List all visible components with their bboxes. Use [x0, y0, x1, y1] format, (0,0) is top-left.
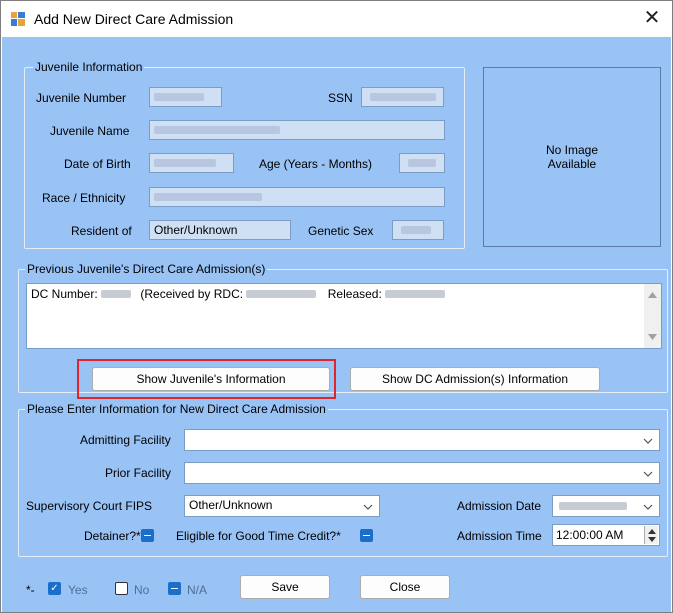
- resident-of-value: Other/Unknown: [154, 223, 238, 237]
- supervisory-court-fips-value: Other/Unknown: [189, 498, 273, 512]
- juvenile-information-title: Juvenile Information: [33, 60, 145, 74]
- admission-time-input[interactable]: 12:00:00 AM: [552, 524, 660, 546]
- save-button[interactable]: Save: [240, 575, 330, 599]
- supervisory-court-fips-dropdown[interactable]: Other/Unknown: [184, 495, 380, 517]
- app-icon: [11, 12, 25, 26]
- list-scrollbar[interactable]: [644, 284, 661, 348]
- age-label: Age (Years - Months): [259, 157, 372, 171]
- chevron-down-icon[interactable]: [363, 504, 373, 510]
- scroll-up-icon[interactable]: [648, 292, 657, 298]
- prior-facility-dropdown[interactable]: [184, 462, 660, 484]
- ssn-label: SSN: [328, 91, 353, 105]
- juvenile-number-label: Juvenile Number: [36, 91, 127, 105]
- highlight-box: [77, 359, 336, 399]
- legend-no-checkbox: [115, 582, 128, 595]
- juvenile-name-field: [149, 120, 445, 140]
- juvenile-name-label: Juvenile Name: [50, 124, 130, 138]
- spin-up-icon[interactable]: [648, 529, 656, 534]
- admission-date-picker[interactable]: [552, 495, 660, 517]
- legend-na-label: N/A: [187, 583, 208, 597]
- resident-of-label: Resident of: [71, 224, 132, 238]
- chevron-down-icon[interactable]: [643, 471, 653, 477]
- genetic-sex-field: [392, 220, 444, 240]
- dialog-window: Add New Direct Care Admission ✕ Juvenile…: [0, 0, 673, 613]
- show-dc-admissions-information-button[interactable]: Show DC Admission(s) Information: [350, 367, 600, 391]
- date-of-birth-label: Date of Birth: [64, 157, 131, 171]
- juvenile-photo: No Image Available: [483, 67, 661, 247]
- supervisory-court-fips-label: Supervisory Court FIPS: [26, 499, 153, 513]
- legend-no-label: No: [134, 583, 150, 597]
- previous-admissions-title: Previous Juvenile's Direct Care Admissio…: [25, 262, 268, 276]
- chevron-down-icon[interactable]: [643, 438, 653, 444]
- received-label: (Received by RDC:: [140, 287, 244, 301]
- detainer-label: Detainer?*: [84, 529, 141, 543]
- close-icon[interactable]: ✕: [640, 7, 664, 31]
- admission-date-label: Admission Date: [457, 499, 542, 513]
- genetic-sex-label: Genetic Sex: [308, 224, 374, 238]
- scroll-down-icon[interactable]: [648, 334, 657, 340]
- ssn-field: [361, 87, 444, 107]
- list-item[interactable]: DC Number: (Received by RDC: Released:: [31, 287, 631, 303]
- juvenile-number-field: [149, 87, 222, 107]
- race-ethnicity-field: [149, 187, 445, 207]
- prior-facility-label: Prior Facility: [105, 466, 172, 480]
- detainer-checkbox[interactable]: [141, 529, 154, 542]
- admitting-facility-label: Admitting Facility: [80, 433, 171, 447]
- close-button[interactable]: Close: [360, 575, 450, 599]
- window-title: Add New Direct Care Admission: [34, 11, 234, 27]
- chevron-down-icon[interactable]: [643, 504, 653, 510]
- admission-time-value: 12:00:00 AM: [556, 528, 624, 542]
- title-bar: Add New Direct Care Admission ✕: [1, 1, 672, 37]
- no-image-text: No Image Available: [545, 143, 599, 171]
- new-admission-title: Please Enter Information for New Direct …: [25, 402, 328, 416]
- legend-prefix: *-: [26, 583, 35, 597]
- resident-of-field: Other/Unknown: [149, 220, 291, 240]
- date-of-birth-field: [149, 153, 234, 173]
- legend-yes-label: Yes: [68, 583, 88, 597]
- spin-down-icon[interactable]: [648, 537, 656, 542]
- released-label: Released:: [327, 287, 382, 301]
- admitting-facility-dropdown[interactable]: [184, 429, 660, 451]
- legend-na-checkbox: [168, 582, 181, 595]
- good-time-credit-label: Eligible for Good Time Credit?*: [176, 529, 341, 543]
- dialog-body: Juvenile Information Juvenile Number SSN…: [2, 37, 671, 612]
- good-time-credit-checkbox[interactable]: [360, 529, 373, 542]
- age-field: [399, 153, 445, 173]
- previous-admissions-list[interactable]: DC Number: (Received by RDC: Released:: [26, 283, 662, 349]
- time-spinner[interactable]: [644, 526, 658, 544]
- legend-yes-checkbox: ✓: [48, 582, 61, 595]
- race-ethnicity-label: Race / Ethnicity: [42, 191, 126, 205]
- dc-number-label: DC Number:: [31, 287, 98, 301]
- admission-time-label: Admission Time: [457, 529, 542, 543]
